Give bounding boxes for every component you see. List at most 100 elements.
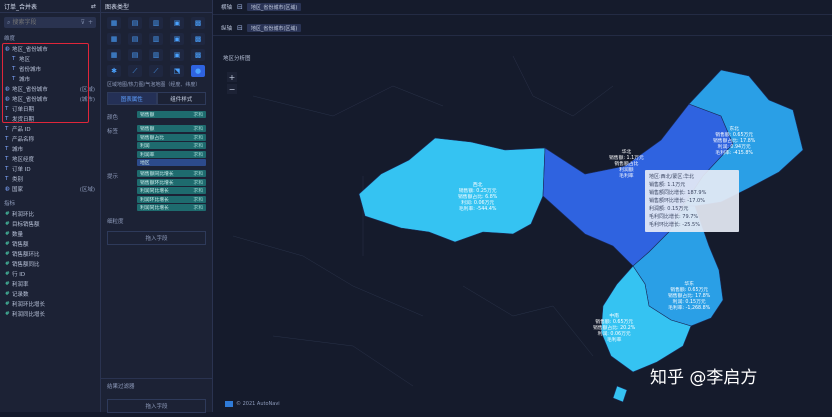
dimension-field[interactable]: ◍ 地区_省份城市 (城市) <box>0 94 100 104</box>
field-label: 目标销售额 <box>12 222 40 228</box>
text-field-icon: T <box>5 126 9 132</box>
config-row: 细粒度 <box>101 213 212 227</box>
chart-type-icon[interactable]: ▥ <box>149 33 163 45</box>
chart-type-icon[interactable]: ▥ <box>149 49 163 61</box>
chart-type-icon[interactable]: ⟋ <box>128 65 142 77</box>
measure-field[interactable]: # 利润环比增长 <box>0 299 100 309</box>
measure-field[interactable]: # 行 ID <box>0 269 100 279</box>
region-hainan[interactable] <box>612 385 628 403</box>
geo-field-icon: ◍ <box>5 186 10 192</box>
region-northwest[interactable] <box>358 137 546 243</box>
chart-type-icon[interactable]: ▦ <box>107 17 121 29</box>
chart-type-icon[interactable]: ▣ <box>170 17 184 29</box>
measure-field[interactable]: # 利润同比增长 <box>0 309 100 319</box>
y-axis-label: 纵轴 <box>221 26 233 32</box>
field-label: 订单日期 <box>12 107 35 113</box>
chart-type-icon[interactable]: ▤ <box>128 33 142 45</box>
measure-field[interactable]: # 利润环比 <box>0 209 100 219</box>
measure-field[interactable]: # 数量 <box>0 229 100 239</box>
filter-icon[interactable]: ⊽ <box>81 19 85 26</box>
field-chip[interactable]: 地区 <box>137 159 206 166</box>
measure-field[interactable]: # 销售额环比 <box>0 249 100 259</box>
field-chip[interactable]: 销售额占比 求和 <box>137 133 206 141</box>
dimension-section-title: 维度 <box>4 36 16 42</box>
number-field-icon: # <box>5 271 10 277</box>
dimension-field[interactable]: T 省份城市 <box>0 64 100 74</box>
geo-field-icon: ◍ <box>5 96 10 102</box>
dimension-field[interactable]: ◍ 国家 (区域) <box>0 184 100 194</box>
region-map[interactable] <box>213 56 832 412</box>
text-field-icon: T <box>5 176 9 182</box>
chart-type-icon[interactable]: ● <box>191 65 205 77</box>
y-axis-field[interactable]: 地区_省份城市(区域) <box>246 24 302 32</box>
measure-field[interactable]: # 目标销售额 <box>0 219 100 229</box>
chip-label: 销售额 <box>140 113 155 118</box>
measure-field[interactable]: # 利润率 <box>0 279 100 289</box>
dimension-field[interactable]: T 城市 <box>0 74 100 84</box>
chart-type-icon[interactable]: ▤ <box>128 17 142 29</box>
x-axis-label: 横轴 <box>221 5 233 11</box>
dimension-field[interactable]: T 订单日期 <box>0 104 100 114</box>
tooltip-line: 毛利同比增长: 79.7% <box>649 214 699 220</box>
chart-type-icon[interactable]: ▩ <box>191 33 205 45</box>
add-icon[interactable]: + <box>88 19 93 26</box>
chip-label: 利润同比增长 <box>140 189 169 194</box>
field-chip[interactable]: 利润率 求和 <box>137 150 206 158</box>
field-chip[interactable]: 利润同比增长 求和 <box>137 204 206 211</box>
measure-field[interactable]: # 销售额同比 <box>0 259 100 269</box>
field-label: 地区经度 <box>12 157 35 163</box>
filter-drop-zone[interactable]: 拖入字段 <box>107 399 206 413</box>
field-label: 销售额环比 <box>12 252 40 258</box>
chart-type-icon[interactable]: ⟋ <box>149 65 163 77</box>
chart-type-icon[interactable]: ▣ <box>170 33 184 45</box>
tab-chart-props[interactable]: 图表属性 <box>107 92 157 105</box>
chip-label: 利润同比增长 <box>140 206 169 211</box>
map-credit: © 2021 AutoNavi <box>236 401 280 407</box>
granularity-drop-zone[interactable]: 拖入字段 <box>107 231 206 245</box>
field-chip[interactable]: 销售额环比增长 求和 <box>137 178 206 186</box>
zoom-out-button[interactable]: − <box>227 84 237 94</box>
dimension-field[interactable]: ◍ 地区_省份城市 (区域) <box>0 84 100 94</box>
field-chip[interactable]: 销售额 求和 <box>137 111 206 118</box>
field-label: 行 ID <box>12 272 26 278</box>
zoom-in-button[interactable]: + <box>227 72 237 82</box>
chart-type-icon[interactable]: ▩ <box>191 49 205 61</box>
field-search-input[interactable] <box>10 18 75 27</box>
filter-section: 结果过滤器 拖入字段 <box>101 378 212 417</box>
dimension-field[interactable]: T 城市 <box>0 144 100 154</box>
chart-type-icon[interactable]: ▣ <box>170 49 184 61</box>
dimension-field[interactable]: T 地区 <box>0 54 100 64</box>
x-axis-field[interactable]: 地区_省份城市(区域) <box>246 3 302 11</box>
field-chip[interactable]: 利润 求和 <box>137 142 206 149</box>
field-tag: (区域) <box>79 187 95 193</box>
measure-section-title: 指标 <box>4 201 16 207</box>
number-field-icon: # <box>5 211 10 217</box>
text-field-icon: T <box>5 106 9 112</box>
field-chip[interactable]: 利润同比增长 求和 <box>137 187 206 194</box>
measure-field[interactable]: # 销售额 <box>0 239 100 249</box>
chart-type-icon[interactable]: ▦ <box>107 49 121 61</box>
dimension-field[interactable]: T 地区经度 <box>0 154 100 164</box>
region-label-line: 毛利率: -544.4% <box>458 207 497 212</box>
field-chip[interactable]: 销售额同比增长 求和 <box>137 170 206 177</box>
chart-type-icon[interactable]: ▥ <box>149 17 163 29</box>
chart-type-icon[interactable]: ▦ <box>107 33 121 45</box>
dimension-field[interactable]: T 产品 ID <box>0 124 100 134</box>
field-chip[interactable]: 利润环比增长 求和 <box>137 195 206 203</box>
field-chip[interactable]: 销售额 求和 <box>137 125 206 132</box>
dimension-field[interactable]: T 订单 ID <box>0 164 100 174</box>
chart-type-icon[interactable]: ⬔ <box>170 65 184 77</box>
measure-field[interactable]: # 记录数 <box>0 289 100 299</box>
chart-type-icon[interactable]: ✱ <box>107 65 121 77</box>
dimension-field[interactable]: T 产品名称 <box>0 134 100 144</box>
switch-icon[interactable]: ⇄ <box>91 3 96 10</box>
field-label: 利润环比 <box>12 212 35 218</box>
chart-type-icon[interactable]: ▤ <box>128 49 142 61</box>
chart-type-icon[interactable]: ▩ <box>191 17 205 29</box>
dimension-field[interactable]: T 类别 <box>0 174 100 184</box>
tab-component-style[interactable]: 组件样式 <box>156 92 206 105</box>
field-search[interactable]: ⌕ ⊽ + <box>4 17 96 28</box>
dimension-field[interactable]: ◍ 地区_省份城市 <box>0 44 100 54</box>
dimension-field[interactable]: T 发货日期 <box>0 114 100 124</box>
y-axis-shelf: 纵轴 ⊟ 地区_省份城市(区域) <box>213 21 832 36</box>
